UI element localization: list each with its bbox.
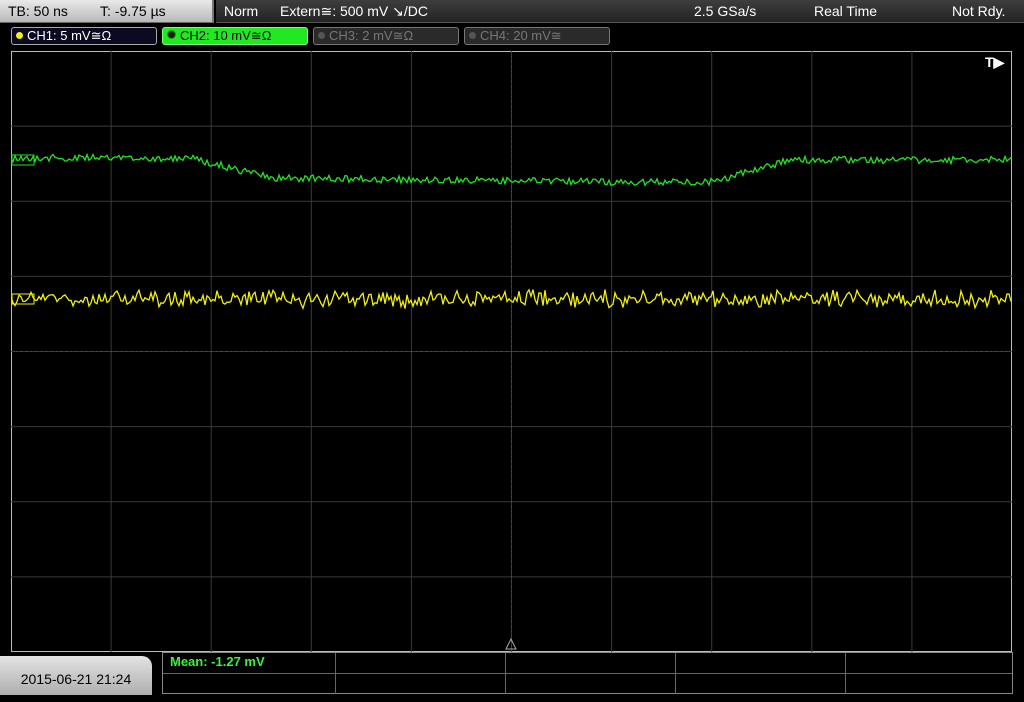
waveform-display[interactable]: T▶	[11, 51, 1012, 652]
measurement-cell	[336, 674, 506, 694]
measurement-cell	[163, 674, 336, 694]
mean-measurement: Mean: -1.27 mV	[170, 654, 265, 669]
channel-2-label: CH2: 10 mV≅Ω	[180, 28, 272, 43]
channel-2-dot-icon	[167, 30, 176, 39]
channel-3-dot-icon	[318, 32, 325, 39]
channel-1-dot-icon	[16, 32, 23, 39]
channel-3-label: CH3: 2 mV≅Ω	[329, 28, 414, 43]
graticule	[11, 51, 1012, 652]
measurement-cell	[506, 674, 676, 694]
measurement-cell	[336, 653, 506, 674]
bottom-bar: 2015-06-21 21:24 Mean: -1.27 mV	[0, 652, 1024, 695]
top-bar: TB: 50 ns T: -9.75 µs Norm Extern≅: 500 …	[0, 0, 1024, 24]
trigger-time-value: T: -9.75 µs	[100, 3, 166, 19]
date-time: 2015-06-21 21:24	[0, 656, 152, 695]
trigger-source: Extern≅: 500 mV ↘/DC	[280, 3, 428, 19]
channel-1-button[interactable]: CH1: 5 mV≅Ω	[11, 27, 157, 45]
channel-4-dot-icon	[469, 32, 476, 39]
timebase-box[interactable]: TB: 50 ns T: -9.75 µs	[0, 0, 214, 23]
channel-3-button[interactable]: CH3: 2 mV≅Ω	[313, 27, 459, 45]
ready-status: Not Rdy.	[952, 3, 1006, 19]
channel-1-label: CH1: 5 mV≅Ω	[27, 28, 112, 43]
acquisition-mode: Real Time	[814, 3, 878, 19]
sample-rate: 2.5 GSa/s	[694, 3, 757, 19]
trigger-position-marker: T▶	[985, 54, 1006, 70]
measurement-cell	[846, 674, 1012, 694]
channel-2-button[interactable]: CH2: 10 mV≅Ω	[162, 27, 308, 45]
measurement-cell	[846, 653, 1012, 674]
measurement-cell	[506, 653, 676, 674]
channel-4-label: CH4: 20 mV≅	[480, 28, 562, 43]
status-bar[interactable]: Norm Extern≅: 500 mV ↘/DC 2.5 GSa/s Real…	[216, 0, 1024, 23]
waveform-svg: T▶	[11, 51, 1012, 652]
measurement-panel[interactable]: Mean: -1.27 mV	[162, 652, 1013, 694]
measurement-cell	[676, 653, 846, 674]
timebase-value: TB: 50 ns	[8, 3, 68, 19]
channel-4-button[interactable]: CH4: 20 mV≅	[464, 27, 610, 45]
trigger-mode: Norm	[224, 3, 259, 19]
measurement-cell	[676, 674, 846, 694]
channel-1-ground-marker-icon	[11, 293, 35, 305]
